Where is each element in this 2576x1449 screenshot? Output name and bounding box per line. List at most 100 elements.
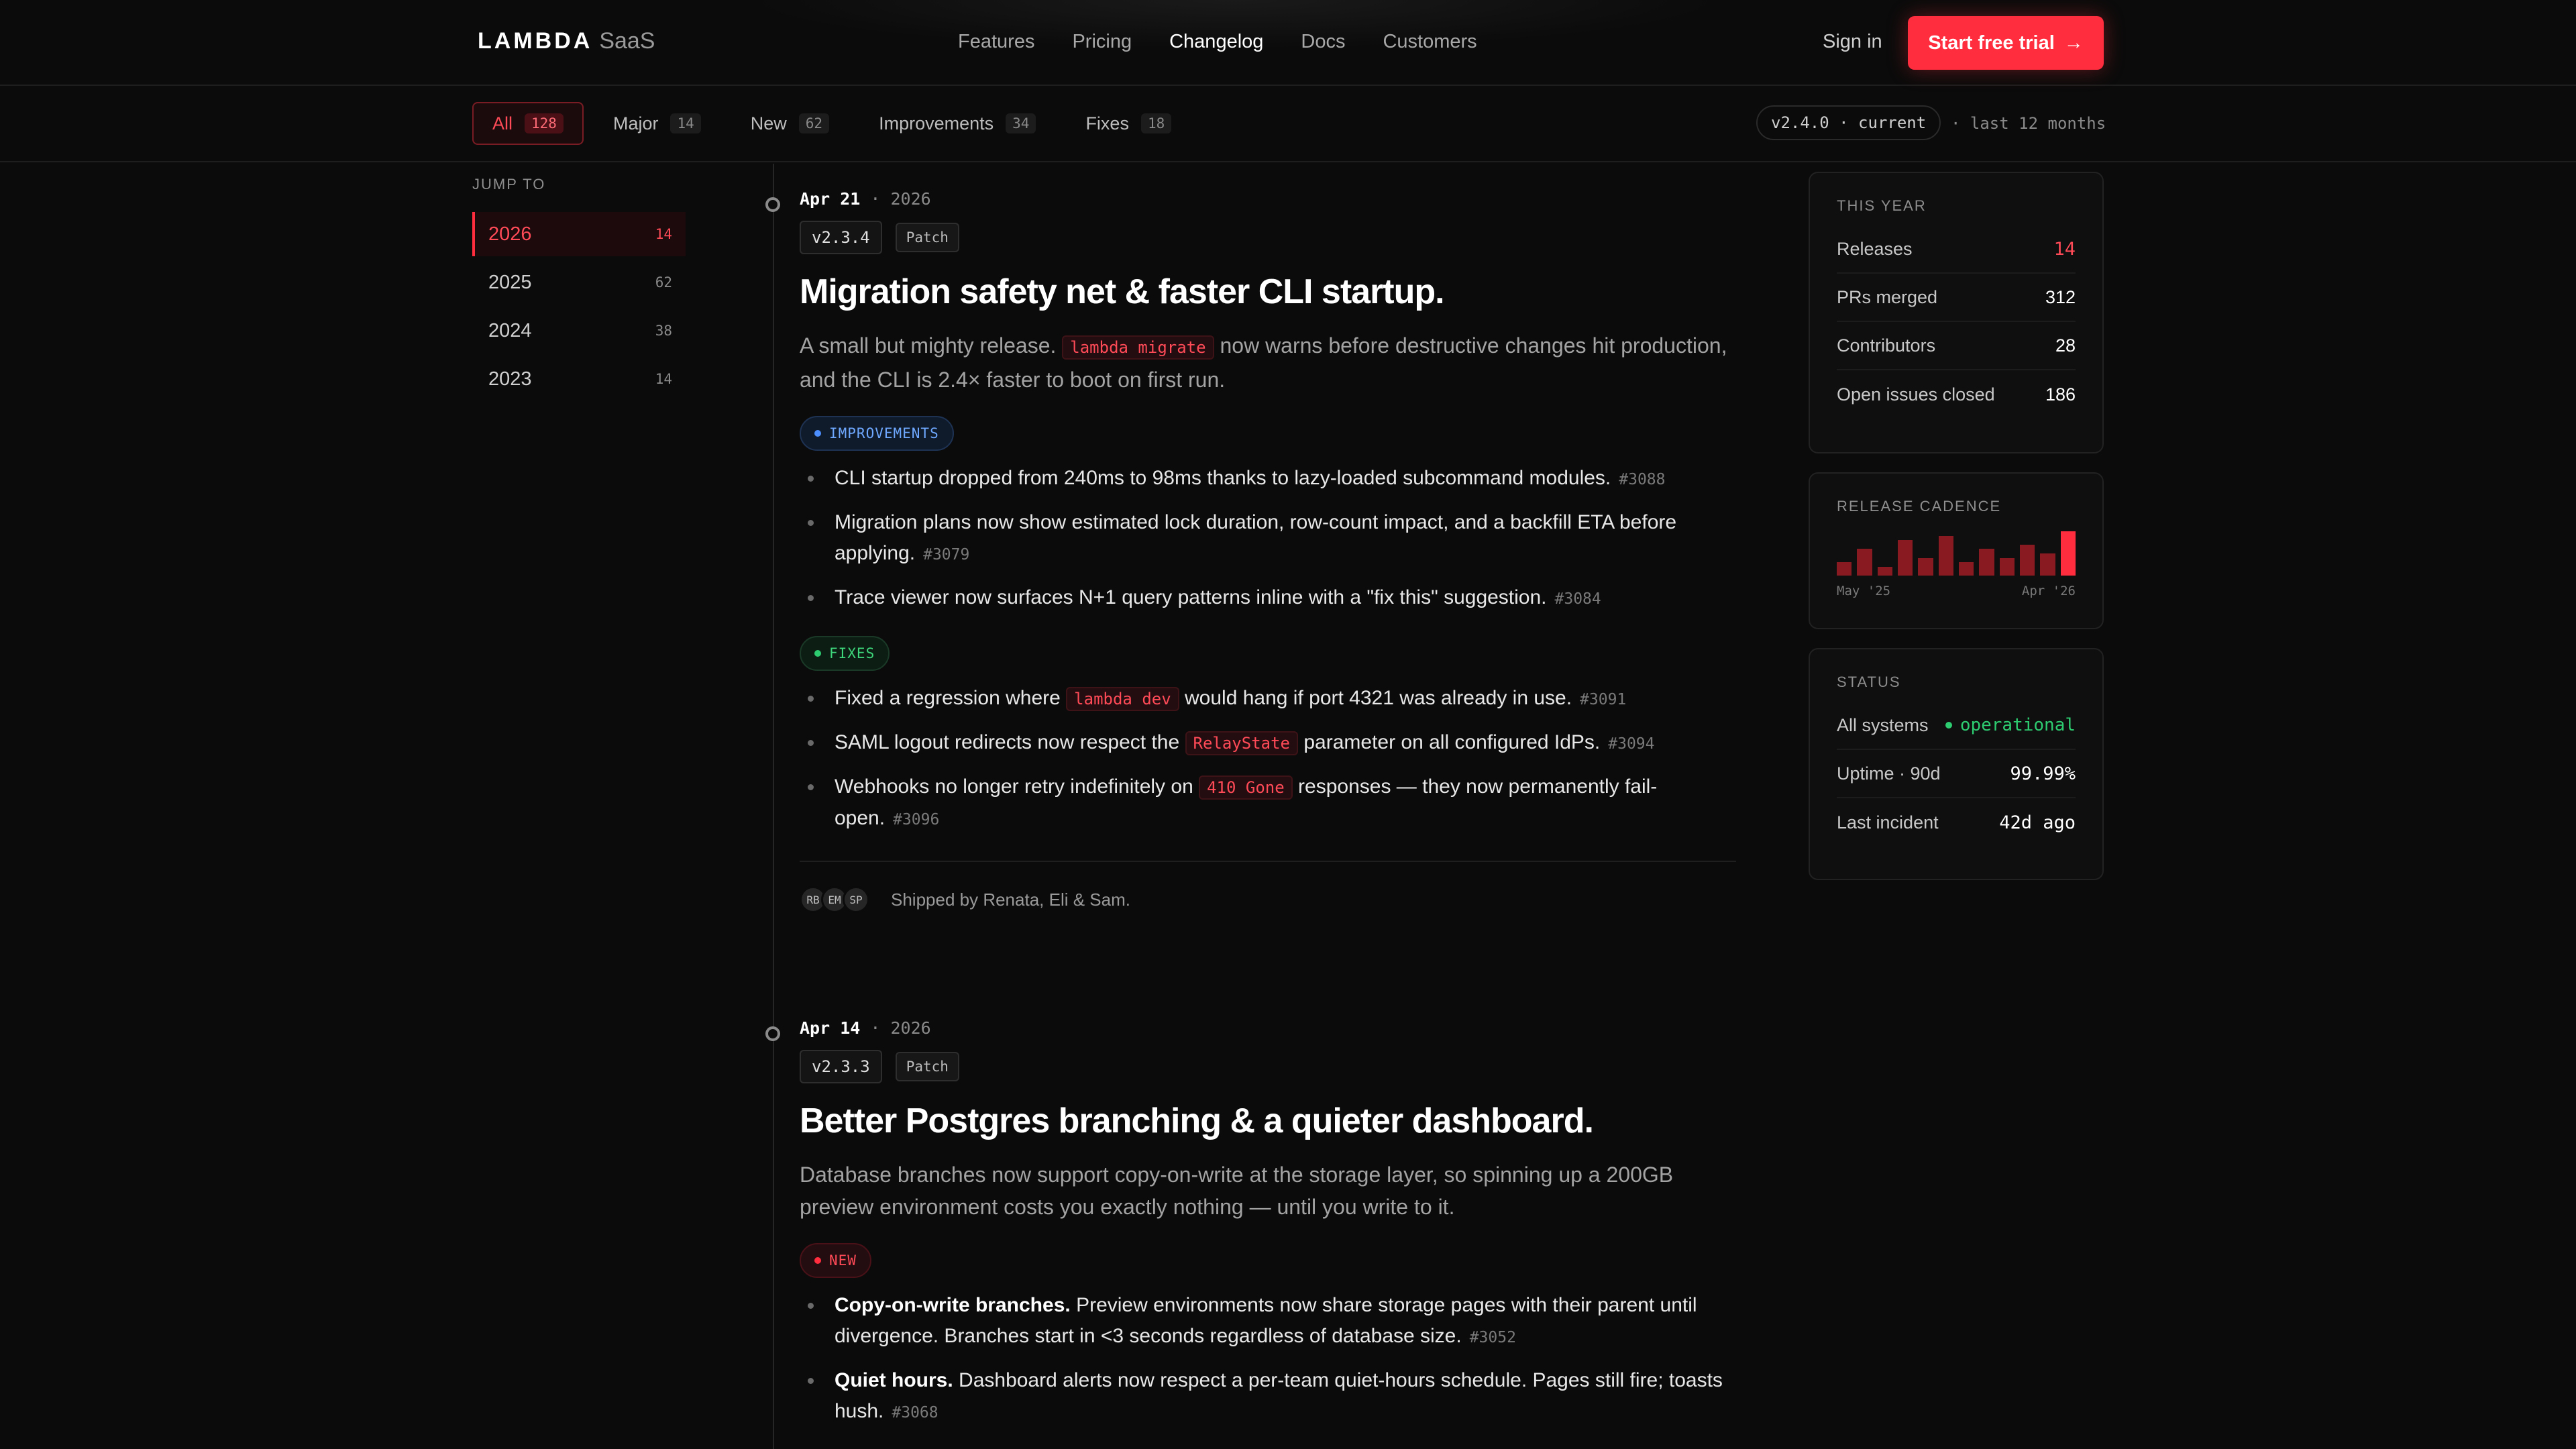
inline-code: lambda migrate: [1062, 335, 1214, 360]
status-row: Last incident 42d ago: [1837, 798, 2076, 847]
filter-chips: All 128 Major 14 New 62 Improvements 34 Fixe…: [472, 102, 1191, 145]
item-bold: Quiet hours.: [835, 1369, 953, 1391]
start-trial-button[interactable]: Start free trial →: [1908, 16, 2104, 70]
section-label: FIXES: [829, 645, 875, 661]
chip-label: Major: [612, 113, 659, 133]
filter-chip-major[interactable]: Major 14: [593, 102, 721, 145]
cadence-bar: [2060, 531, 2076, 576]
timeline-dot: [765, 197, 780, 212]
pr-link[interactable]: #3068: [892, 1404, 938, 1421]
nav-link-customers[interactable]: Customers: [1383, 31, 1477, 53]
entry-year: · 2026: [870, 189, 931, 209]
status-value: 99.99%: [2010, 763, 2076, 784]
cadence-end-label: Apr '26: [2021, 584, 2076, 598]
pr-link[interactable]: #3084: [1555, 590, 1601, 608]
year-count: 14: [655, 371, 672, 387]
nav-link-changelog[interactable]: Changelog: [1169, 31, 1263, 53]
fixes-list: Fixed a regression where lambda dev woul…: [800, 683, 1736, 835]
year-label: 2023: [488, 368, 532, 390]
stat-value: 312: [2045, 286, 2076, 307]
shipped-by: RB EM SP Shipped by Renata, Eli & Sam.: [800, 886, 1736, 913]
entry-title[interactable]: Better Postgres branching & a quieter da…: [800, 1101, 1736, 1141]
divider: [800, 861, 1736, 862]
year-item-2024[interactable]: 2024 38: [472, 309, 686, 353]
jump-to-label: JUMP TO: [472, 176, 546, 193]
version-tag[interactable]: v2.3.3: [800, 1050, 882, 1083]
stat-label: Releases: [1837, 238, 1913, 259]
section-label: NEW: [829, 1252, 857, 1269]
status-value[interactable]: operational: [1945, 715, 2076, 735]
list-item: Migration plans now show estimated lock …: [800, 507, 1736, 570]
filter-chip-improvements[interactable]: Improvements 34: [859, 102, 1056, 145]
version-tag[interactable]: v2.3.4: [800, 221, 882, 254]
pr-link[interactable]: #3052: [1470, 1329, 1516, 1346]
cadence-bar: [1877, 566, 1892, 576]
status-value: 42d ago: [1999, 812, 2076, 833]
stat-row: Releases 14: [1837, 225, 2076, 274]
list-item: Copy-on-write branches. Preview environm…: [800, 1290, 1736, 1353]
list-item: Trace viewer now surfaces N+1 query patt…: [800, 582, 1736, 614]
pr-link[interactable]: #3079: [923, 546, 969, 564]
year-list: 2026 14 2025 62 2024 38 2023 14: [472, 212, 686, 405]
red-dot-icon: [814, 1257, 821, 1264]
status-text: operational: [1960, 715, 2076, 735]
item-text: Fixed a regression where: [835, 687, 1061, 709]
list-item: Fixed a regression where lambda dev woul…: [800, 683, 1736, 715]
pr-link[interactable]: #3091: [1580, 691, 1626, 708]
chip-count: 128: [525, 113, 564, 133]
list-item: SAML logout redirects now respect the Re…: [800, 727, 1736, 759]
top-navigation: LAMBDA SaaS Features Pricing Changelog Do…: [0, 0, 2576, 86]
status-row: Uptime · 90d 99.99%: [1837, 750, 2076, 798]
release-kind-tag: Patch: [895, 1052, 959, 1081]
year-count: 14: [655, 226, 672, 242]
sign-in-link[interactable]: Sign in: [1823, 31, 1882, 53]
stat-label: Open issues closed: [1837, 384, 1995, 405]
cadence-bar: [1999, 557, 2015, 576]
fixes-tag: FIXES: [800, 636, 890, 671]
filter-chip-fixes[interactable]: Fixes 18: [1065, 102, 1191, 145]
timeline-dot: [765, 1026, 780, 1041]
nav-link-docs[interactable]: Docs: [1301, 31, 1345, 53]
avatar[interactable]: SP: [843, 886, 869, 913]
stat-row: Open issues closed 186: [1837, 370, 2076, 419]
inline-code: 410 Gone: [1199, 775, 1293, 800]
stat-value: 186: [2045, 384, 2076, 405]
entry-lead: A small but mighty release. lambda migra…: [800, 329, 1736, 396]
status-panel: STATUS All systems operational Uptime · 9…: [1809, 648, 2104, 880]
entry-title[interactable]: Migration safety net & faster CLI startu…: [800, 272, 1736, 312]
logo[interactable]: LAMBDA SaaS: [478, 28, 655, 54]
entry-date: Apr 14 · 2026: [800, 1018, 1736, 1038]
year-label: 2026: [488, 223, 532, 245]
improvements-tag: IMPROVEMENTS: [800, 416, 954, 451]
chip-label: New: [750, 113, 787, 133]
list-item: Webhooks no longer retry indefinitely on…: [800, 771, 1736, 835]
pr-link[interactable]: #3096: [893, 811, 939, 828]
timeline-line: [773, 164, 774, 1449]
nav-link-features[interactable]: Features: [958, 31, 1034, 53]
panel-title: RELEASE CADENCE: [1837, 498, 2002, 515]
pr-link[interactable]: #3088: [1619, 471, 1665, 488]
current-version-pill[interactable]: v2.4.0 · current: [1756, 105, 1941, 140]
filter-chip-new[interactable]: New 62: [731, 102, 849, 145]
cadence-bar: [1837, 562, 1852, 576]
changelog-entry: Apr 14 · 2026 v2.3.3 Patch Better Postgr…: [800, 1018, 1736, 1440]
item-text: Trace viewer now surfaces N+1 query patt…: [835, 586, 1547, 608]
panel-title: THIS YEAR: [1837, 197, 1927, 214]
cadence-chart: [1837, 531, 2076, 576]
filter-chip-all[interactable]: All 128: [472, 102, 584, 145]
status-dot-icon: [1945, 722, 1952, 729]
year-item-2023[interactable]: 2023 14: [472, 357, 686, 401]
time-range-label: · last 12 months: [1951, 114, 2106, 133]
chip-count: 18: [1140, 113, 1172, 133]
list-item: CLI startup dropped from 240ms to 98ms t…: [800, 463, 1736, 495]
green-dot-icon: [814, 650, 821, 657]
nav-link-pricing[interactable]: Pricing: [1072, 31, 1132, 53]
cadence-bar: [1958, 562, 1974, 576]
year-item-2026[interactable]: 2026 14: [472, 212, 686, 256]
year-count: 38: [655, 323, 672, 339]
start-trial-label: Start free trial: [1928, 32, 2055, 54]
pr-link[interactable]: #3094: [1608, 735, 1654, 753]
cadence-start-label: May '25: [1837, 584, 1891, 598]
year-item-2025[interactable]: 2025 62: [472, 260, 686, 305]
cadence-bar: [1897, 540, 1913, 576]
